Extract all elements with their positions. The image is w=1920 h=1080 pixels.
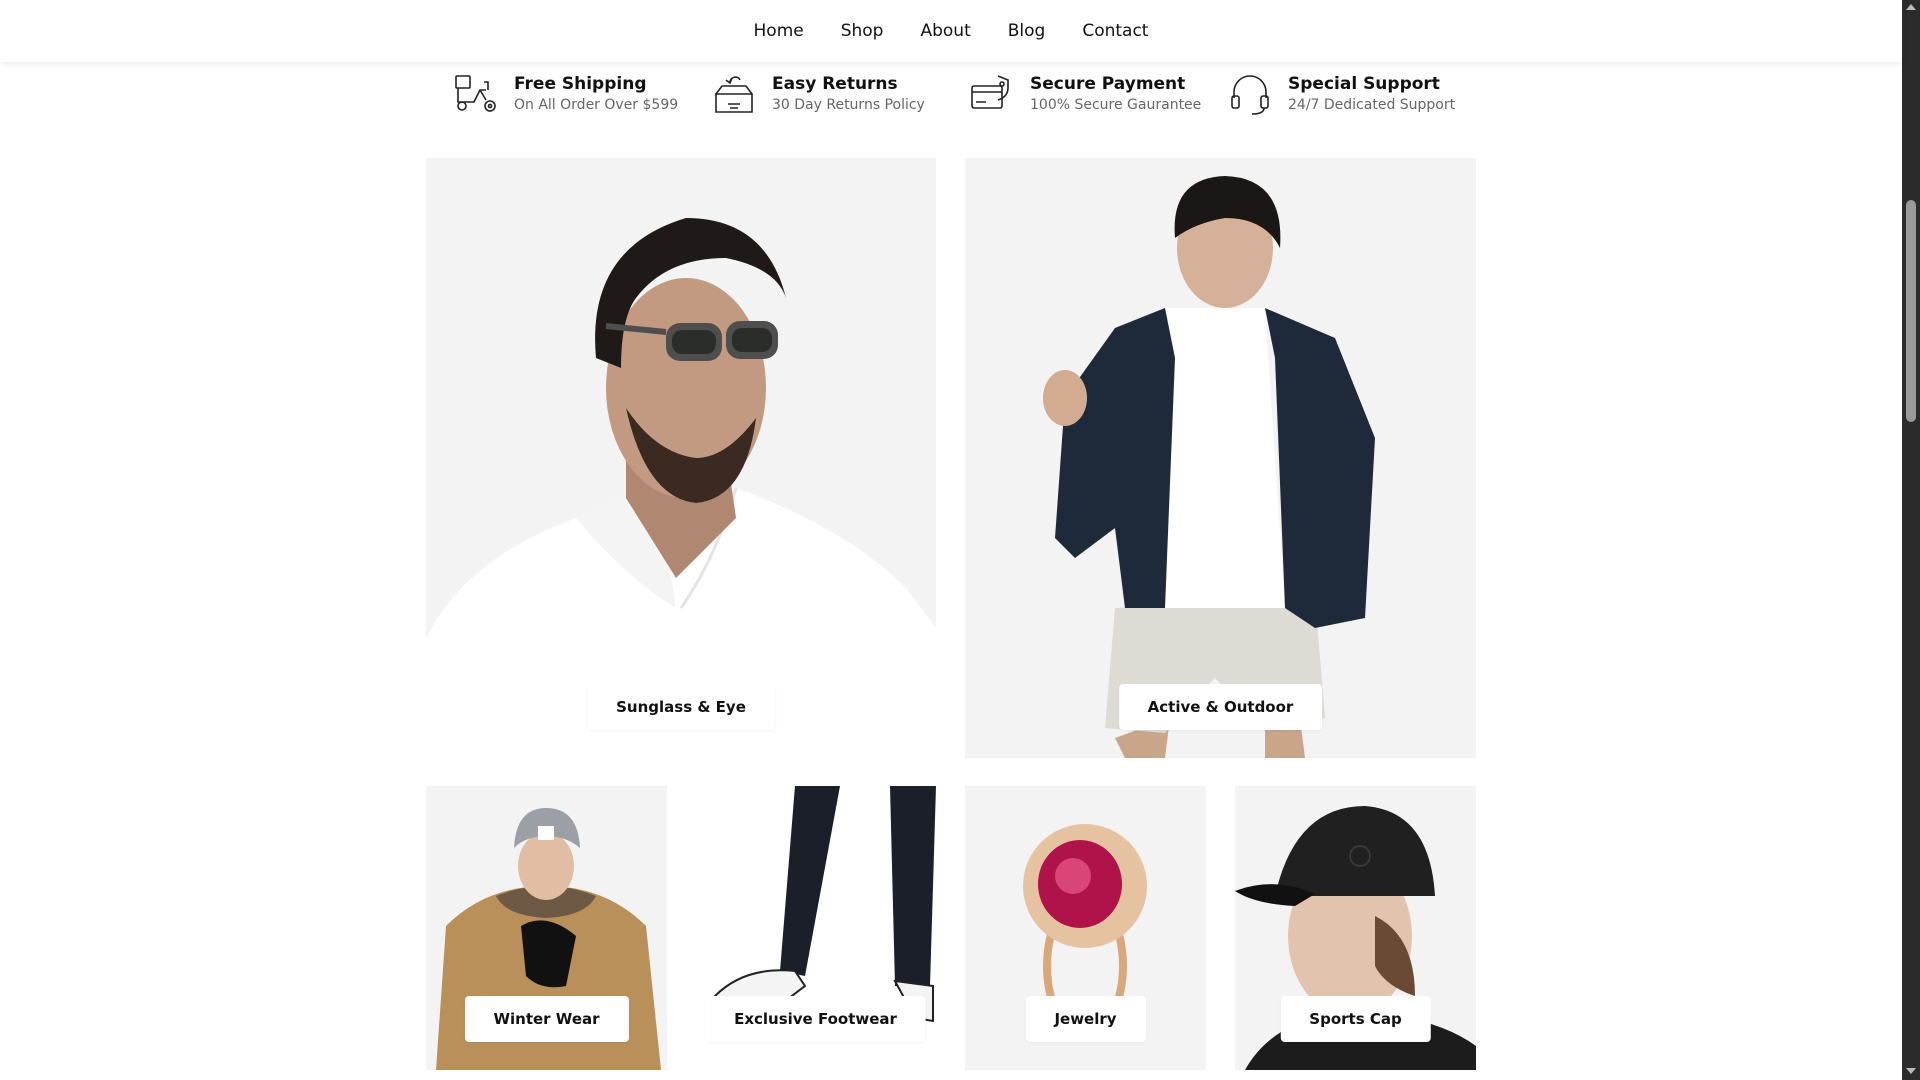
feature-secure-payment: Secure Payment 100% Secure Gaurantee xyxy=(968,70,1226,118)
secure-card-icon xyxy=(971,75,1009,109)
category-label[interactable]: Active & Outdoor xyxy=(1118,684,1323,730)
site-header: Home Shop About Blog Contact xyxy=(0,0,1902,62)
feature-title: Special Support xyxy=(1288,74,1440,94)
category-label[interactable]: Sunglass & Eye xyxy=(587,684,775,730)
category-tile-jewelry[interactable]: Jewelry xyxy=(965,786,1206,1070)
nav-item-shop[interactable]: Shop xyxy=(841,21,884,41)
scroll-up-arrow-icon[interactable] xyxy=(1906,4,1916,10)
nav-item-blog[interactable]: Blog xyxy=(1008,21,1046,41)
nav-item-about[interactable]: About xyxy=(920,21,970,41)
feature-title: Easy Returns xyxy=(772,74,898,94)
feature-subtitle: On All Order Over $599 xyxy=(514,97,679,113)
feature-easy-returns: Easy Returns 30 Day Returns Policy xyxy=(710,70,968,118)
feature-title: Free Shipping xyxy=(514,74,647,94)
category-label[interactable]: Jewelry xyxy=(1025,996,1146,1042)
category-tile-exclusive-footwear[interactable]: Exclusive Footwear xyxy=(695,786,936,1070)
feature-subtitle: 30 Day Returns Policy xyxy=(772,97,925,113)
man-sunglasses-image xyxy=(426,158,936,758)
category-tile-winter-wear[interactable]: Winter Wear xyxy=(426,786,667,1070)
category-tile-sunglass-eye[interactable]: Sunglass & Eye xyxy=(426,158,936,758)
delivery-scooter-icon xyxy=(455,75,496,112)
features-strip: Free Shipping On All Order Over $599 Eas… xyxy=(452,70,1484,118)
feature-free-shipping: Free Shipping On All Order Over $599 xyxy=(452,70,710,118)
scrollbar-thumb[interactable] xyxy=(1906,200,1916,422)
nav-item-home[interactable]: Home xyxy=(754,21,804,41)
category-label[interactable]: Exclusive Footwear xyxy=(705,996,926,1042)
feature-title: Secure Payment xyxy=(1030,74,1186,94)
category-label[interactable]: Winter Wear xyxy=(464,996,629,1042)
nav-item-contact[interactable]: Contact xyxy=(1082,21,1148,41)
headset-support-icon xyxy=(1231,75,1269,115)
scroll-down-arrow-icon[interactable] xyxy=(1906,1068,1916,1074)
category-tile-active-outdoor[interactable]: Active & Outdoor xyxy=(965,158,1476,758)
return-box-icon xyxy=(715,76,753,113)
man-jacket-image xyxy=(965,158,1476,758)
feature-subtitle: 24/7 Dedicated Support xyxy=(1288,97,1456,113)
category-tile-sports-cap[interactable]: Sports Cap xyxy=(1235,786,1476,1070)
category-label[interactable]: Sports Cap xyxy=(1280,996,1431,1042)
main-nav: Home Shop About Blog Contact xyxy=(754,21,1149,41)
feature-subtitle: 100% Secure Gaurantee xyxy=(1030,97,1202,113)
feature-special-support: Special Support 24/7 Dedicated Support xyxy=(1226,70,1484,118)
vertical-scrollbar[interactable] xyxy=(1902,0,1920,1080)
